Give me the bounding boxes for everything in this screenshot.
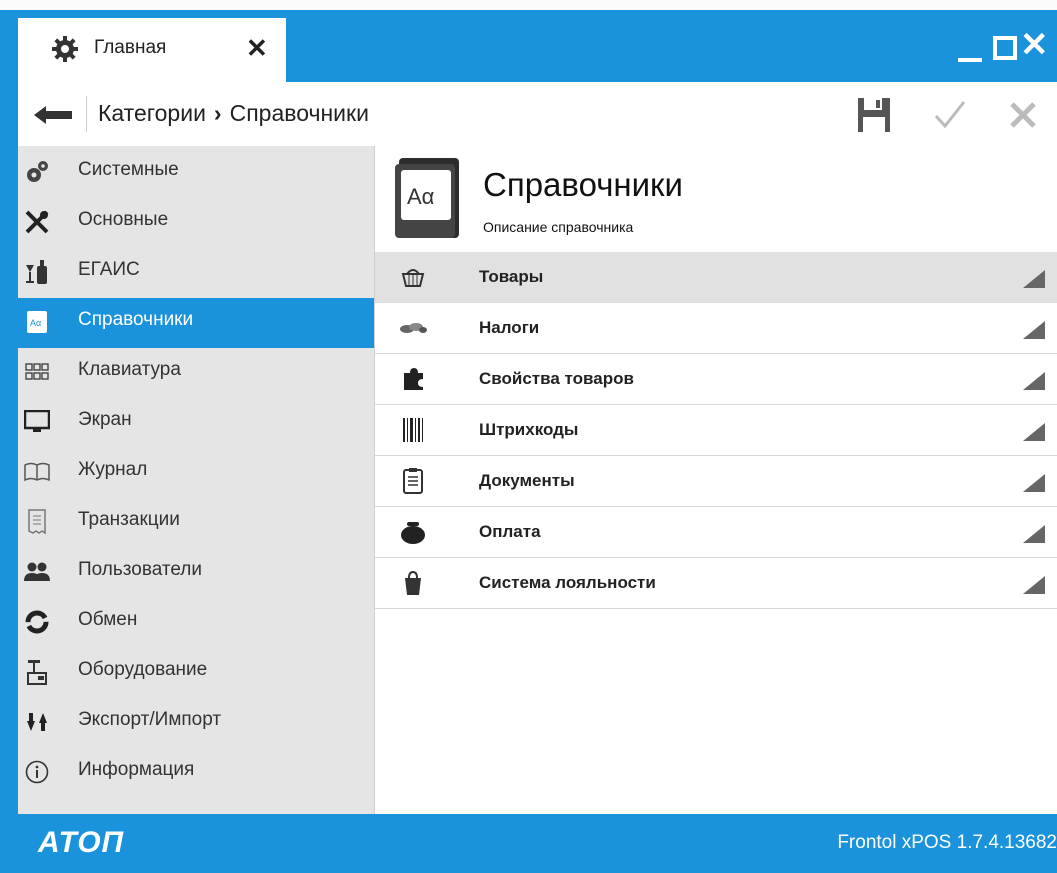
sidebar-item-label: Оборудование xyxy=(78,659,208,680)
barcode-icon xyxy=(399,417,427,443)
list-item-label: Оплата xyxy=(479,522,541,541)
sidebar-item-label: ЕГАИС xyxy=(78,259,140,280)
sidebar-item-exchange[interactable]: Обмен xyxy=(18,598,374,648)
main-panel: Aα Справочники Описание справочника Това… xyxy=(375,146,1057,814)
sidebar-item-label: Журнал xyxy=(78,459,148,480)
maximize-icon[interactable] xyxy=(993,36,1017,60)
sidebar-item-label: Пользователи xyxy=(78,559,203,580)
corner-triangle-icon xyxy=(1023,321,1045,339)
bottle-glass-icon xyxy=(24,259,50,285)
list-item-label: Система лояльности xyxy=(479,573,656,592)
list-item-label: Свойства товаров xyxy=(479,369,634,388)
list-item-loyalty[interactable]: Система лояльности xyxy=(375,558,1057,609)
sidebar-item-egais[interactable]: ЕГАИС xyxy=(18,248,374,298)
apply-check-icon[interactable] xyxy=(930,96,970,134)
keyboard-icon xyxy=(24,359,50,385)
tab-label: Главная xyxy=(94,37,167,58)
window-close-icon[interactable]: ✕ xyxy=(1020,28,1049,62)
dictionary-icon: Aα xyxy=(24,309,50,335)
status-bar: ATOΠ Frontol xPOS 1.7.4.13682 xyxy=(18,814,1057,873)
corner-triangle-icon xyxy=(1023,372,1045,390)
monitor-icon xyxy=(24,409,50,435)
sidebar-item-equipment[interactable]: Оборудование xyxy=(18,648,374,698)
svg-text:Aα: Aα xyxy=(30,318,41,328)
document-icon xyxy=(399,468,427,494)
list-item-barcodes[interactable]: Штрихкоды xyxy=(375,405,1057,456)
sidebar-item-keyboard[interactable]: Клавиатура xyxy=(18,348,374,398)
back-arrow-icon[interactable] xyxy=(34,106,72,124)
divider xyxy=(86,96,87,132)
puzzle-icon xyxy=(399,366,427,392)
sidebar-item-export-import[interactable]: Экспорт/Импорт xyxy=(18,698,374,748)
save-icon[interactable] xyxy=(854,96,894,134)
corner-triangle-icon xyxy=(1023,525,1045,543)
sidebar-item-system[interactable]: Системные xyxy=(18,148,374,198)
list-item-label: Налоги xyxy=(479,318,540,337)
sidebar-item-label: Справочники xyxy=(78,309,194,330)
corner-triangle-icon xyxy=(1023,576,1045,594)
gears-icon xyxy=(24,159,50,185)
breadcrumb-bar: Категории › Справочники xyxy=(18,82,1057,147)
tab-close-icon[interactable]: ✕ xyxy=(246,33,268,64)
app-window: Главная ✕ ✕ Категории › Справочники Сист… xyxy=(0,0,1057,873)
sidebar-item-label: Системные xyxy=(78,159,179,180)
sidebar-item-info[interactable]: Информация xyxy=(18,748,374,798)
sidebar-item-journal[interactable]: Журнал xyxy=(18,448,374,498)
corner-triangle-icon xyxy=(1023,270,1045,288)
sidebar-item-transactions[interactable]: Транзакции xyxy=(18,498,374,548)
sidebar-item-basic[interactable]: Основные xyxy=(18,198,374,248)
breadcrumb-categories[interactable]: Категории xyxy=(98,100,206,126)
sidebar-item-label: Информация xyxy=(78,759,195,780)
corner-triangle-icon xyxy=(1023,423,1045,441)
journal-icon xyxy=(24,459,50,485)
minimize-icon[interactable] xyxy=(958,58,982,62)
breadcrumb-current: Справочники xyxy=(229,100,369,126)
shopping-bag-icon xyxy=(399,570,427,596)
svg-text:Aα: Aα xyxy=(407,184,435,209)
dictionary-header-icon: Aα xyxy=(395,158,459,238)
window-left-edge xyxy=(0,82,18,873)
sidebar-item-label: Экспорт/Импорт xyxy=(78,709,222,730)
breadcrumb-separator: › xyxy=(213,100,222,126)
scales-icon xyxy=(24,659,50,685)
list-item-payment[interactable]: Оплата xyxy=(375,507,1057,558)
page-description: Описание справочника xyxy=(483,219,634,235)
export-import-icon xyxy=(24,709,50,735)
list-item-goods[interactable]: Товары xyxy=(375,252,1057,303)
list-item-taxes[interactable]: Налоги xyxy=(375,303,1057,354)
sidebar-item-label: Основные xyxy=(78,209,169,230)
breadcrumb: Категории › Справочники xyxy=(98,100,369,127)
sidebar-item-label: Клавиатура xyxy=(78,359,181,380)
sidebar-item-screen[interactable]: Экран xyxy=(18,398,374,448)
purse-icon xyxy=(399,519,427,545)
list-item-documents[interactable]: Документы xyxy=(375,456,1057,507)
cancel-icon[interactable] xyxy=(1004,96,1044,134)
sidebar-item-users[interactable]: Пользователи xyxy=(18,548,374,598)
coins-icon xyxy=(399,315,427,341)
page-title: Справочники xyxy=(483,166,683,203)
corner-triangle-icon xyxy=(1023,474,1045,492)
tab-home[interactable]: Главная ✕ xyxy=(18,18,286,82)
list-item-label: Товары xyxy=(479,267,544,286)
version-label: Frontol xPOS 1.7.4.13682 xyxy=(837,832,1057,853)
sidebar-item-label: Экран xyxy=(78,409,132,430)
brand-logo: ATOΠ xyxy=(38,826,125,859)
sync-icon xyxy=(24,609,50,635)
list-item-label: Штрихкоды xyxy=(479,420,579,439)
list-item-goods-properties[interactable]: Свойства товаров xyxy=(375,354,1057,405)
tools-icon xyxy=(24,209,50,235)
sidebar: Системные Основные ЕГАИС Aα Справочники … xyxy=(18,146,375,814)
gear-icon xyxy=(52,36,78,62)
users-icon xyxy=(24,559,50,585)
sidebar-item-label: Транзакции xyxy=(78,509,180,530)
receipt-icon xyxy=(24,509,50,535)
sidebar-item-label: Обмен xyxy=(78,609,138,630)
top-strip xyxy=(0,0,1057,10)
list-item-label: Документы xyxy=(479,471,575,490)
basket-icon xyxy=(399,264,427,290)
sidebar-item-directories[interactable]: Aα Справочники xyxy=(18,298,374,348)
info-icon xyxy=(24,759,50,785)
